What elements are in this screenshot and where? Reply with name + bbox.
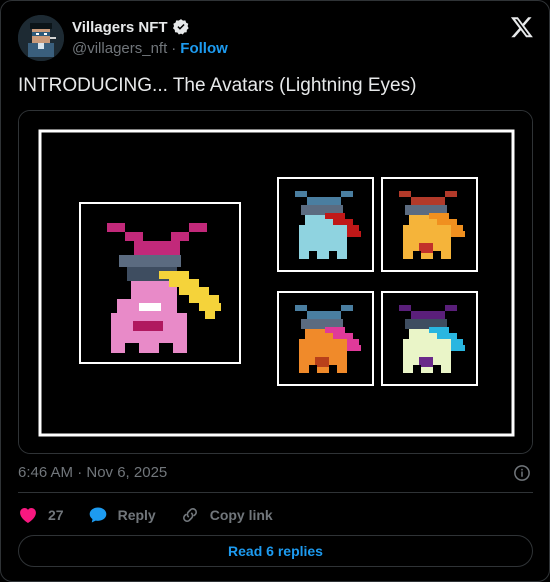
separator-dot: · bbox=[171, 40, 177, 57]
avatar-grid-artwork bbox=[19, 111, 532, 453]
author-handle[interactable]: @villagers_nft bbox=[72, 40, 167, 57]
tweet-media[interactable] bbox=[18, 110, 533, 454]
reply-bubble-icon bbox=[89, 507, 106, 523]
follow-button[interactable]: Follow bbox=[180, 40, 228, 57]
reply-button[interactable]: Reply bbox=[88, 505, 156, 525]
author-handle-row: @villagers_nft · Follow bbox=[72, 40, 228, 57]
tweet-timestamp[interactable]: 6:46 AM · Nov 6, 2025 bbox=[18, 464, 167, 481]
tweet-text: INTRODUCING... The Avatars (Lightning Ey… bbox=[18, 75, 417, 96]
copy-link-button[interactable]: Copy link bbox=[180, 505, 273, 525]
verified-badge-icon bbox=[172, 19, 189, 35]
pixel-villager-avatar-icon bbox=[18, 15, 64, 61]
heart-icon bbox=[20, 508, 36, 523]
reply-label: Reply bbox=[117, 507, 156, 523]
x-logo-icon[interactable] bbox=[510, 15, 534, 39]
profile-avatar[interactable] bbox=[18, 15, 64, 61]
action-bar: 27 Reply Copy link bbox=[18, 503, 297, 527]
like-count: 27 bbox=[48, 507, 64, 523]
info-icon[interactable] bbox=[513, 464, 531, 482]
author-name-row: Villagers NFT bbox=[72, 18, 190, 36]
read-replies-button[interactable]: Read 6 replies bbox=[18, 535, 533, 567]
link-icon bbox=[182, 508, 197, 522]
like-button[interactable]: 27 bbox=[18, 505, 64, 525]
copy-link-label: Copy link bbox=[209, 507, 273, 523]
tweet-card: Villagers NFT @villagers_nft · Follow IN… bbox=[0, 0, 550, 582]
author-name[interactable]: Villagers NFT bbox=[72, 19, 168, 36]
divider bbox=[18, 492, 533, 493]
